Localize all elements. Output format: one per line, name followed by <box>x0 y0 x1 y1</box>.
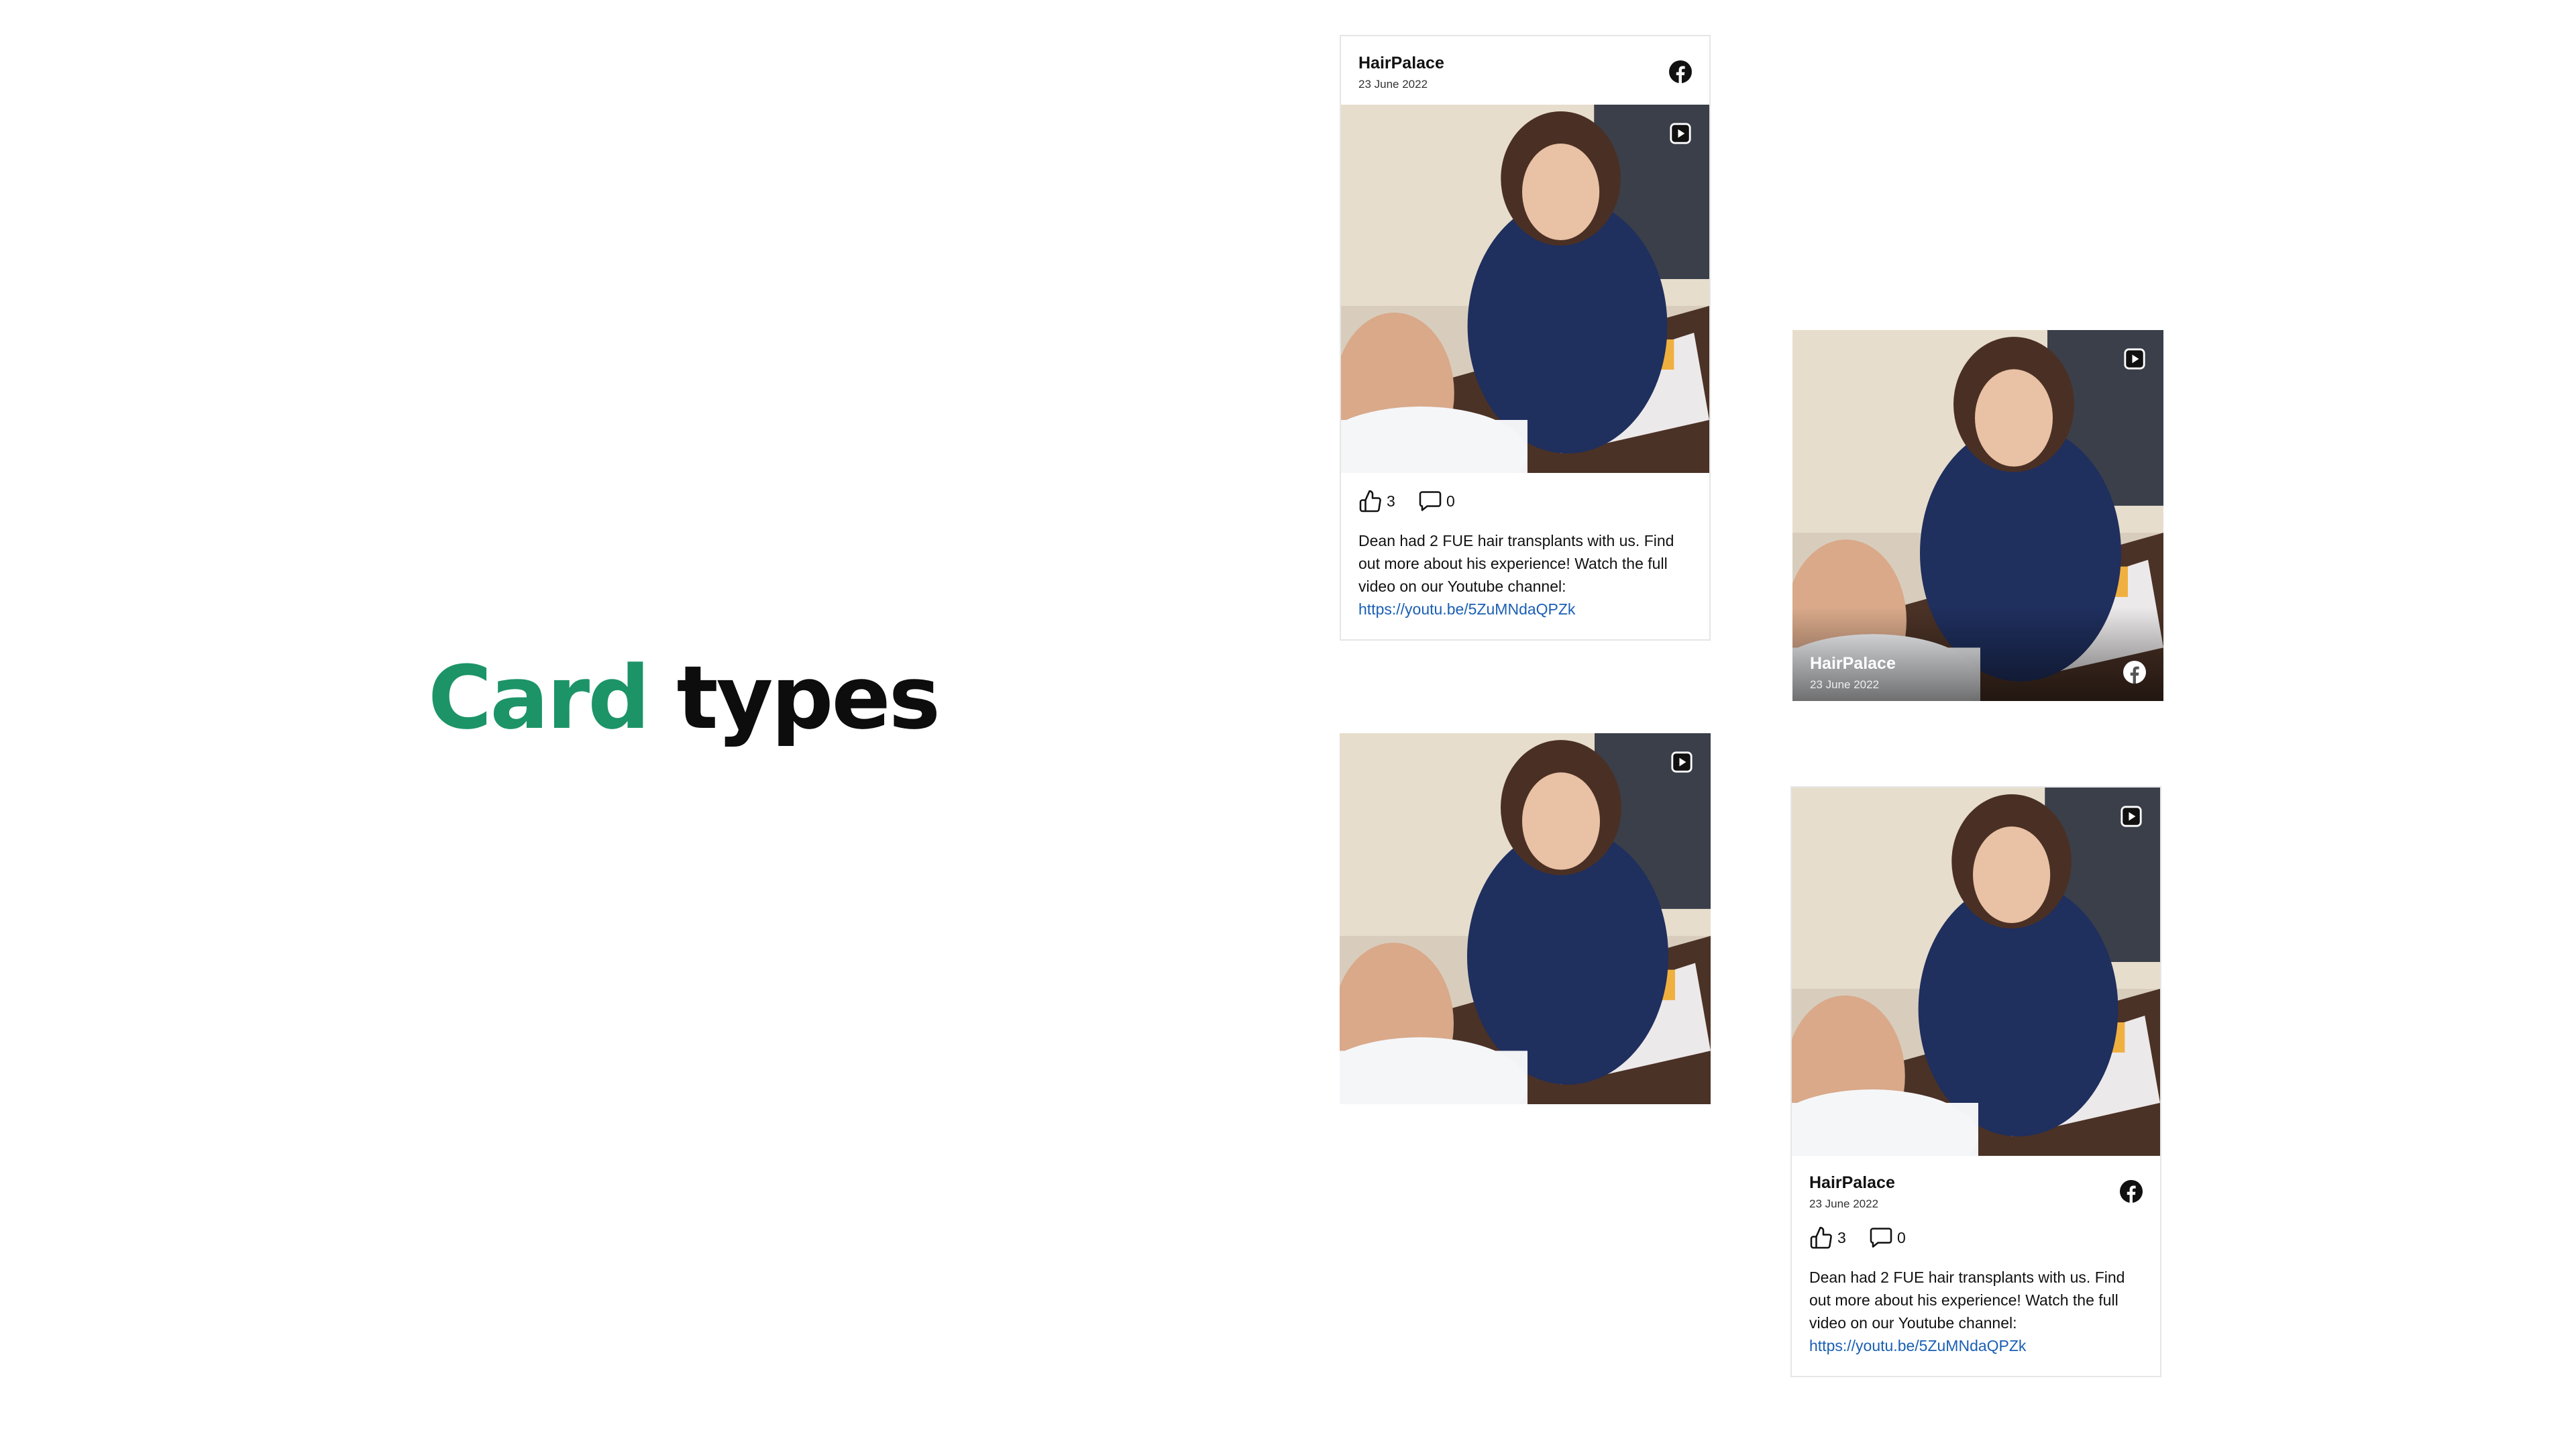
post-date: 23 June 2022 <box>1810 678 1880 691</box>
page-title: Card types <box>428 654 941 741</box>
card-media-only[interactable] <box>1340 733 1711 1104</box>
thumbs-up-icon <box>1359 490 1381 513</box>
likes-value: 3 <box>1387 492 1395 510</box>
comment-bubble-icon <box>1419 491 1442 511</box>
photo-scene <box>1792 788 2160 1156</box>
comments-count[interactable]: 0 <box>1869 1224 1906 1251</box>
video-play-icon[interactable] <box>2120 805 2143 828</box>
facebook-icon[interactable] <box>1669 60 1692 83</box>
comment-bubble-icon <box>1870 1228 1892 1248</box>
post-link[interactable]: https://youtu.be/5ZuMNdaQPZk <box>1809 1334 2143 1357</box>
likes-count[interactable]: 3 <box>1358 488 1395 515</box>
comments-value: 0 <box>1897 1228 1906 1246</box>
post-caption: Dean had 2 FUE hair transplants with us.… <box>1809 1269 2125 1332</box>
author-name[interactable]: HairPalace <box>1358 54 1444 73</box>
post-image[interactable]: HairPalace 23 June 2022 <box>1792 330 2163 701</box>
video-play-icon[interactable] <box>1670 751 1693 773</box>
card-overlay[interactable]: HairPalace 23 June 2022 <box>1792 330 2163 701</box>
video-play-icon[interactable] <box>2123 347 2146 370</box>
card-header: HairPalace 23 June 2022 <box>1341 36 1709 105</box>
author-name[interactable]: HairPalace <box>1810 654 1896 674</box>
photo-scene <box>1340 733 1711 1104</box>
post-image[interactable] <box>1792 788 2160 1156</box>
engagement-stats: 3 0 <box>1341 488 1709 523</box>
likes-count[interactable]: 3 <box>1809 1224 1846 1251</box>
facebook-icon[interactable] <box>2123 661 2146 684</box>
facebook-icon[interactable] <box>2120 1180 2143 1203</box>
post-date: 23 June 2022 <box>1358 78 1428 91</box>
post-image[interactable] <box>1340 733 1711 1104</box>
thumbs-up-icon <box>1810 1226 1832 1249</box>
post-link[interactable]: https://youtu.be/5ZuMNdaQPZk <box>1358 598 1692 621</box>
comments-value: 0 <box>1446 492 1455 510</box>
title-word-card: Card <box>428 647 650 749</box>
author-name[interactable]: HairPalace <box>1809 1173 1895 1193</box>
post-text: Dean had 2 FUE hair transplants with us.… <box>1809 1266 2143 1357</box>
photo-scene <box>1341 105 1709 473</box>
post-text: Dean had 2 FUE hair transplants with us.… <box>1358 529 1692 621</box>
overlay-info: HairPalace 23 June 2022 <box>1792 607 2163 701</box>
canvas: Card types HairPalace 23 June 2022 3 0 D… <box>0 0 2576 1449</box>
engagement-stats: 3 0 <box>1792 1224 2160 1259</box>
likes-value: 3 <box>1837 1228 1846 1246</box>
post-image[interactable] <box>1341 105 1709 473</box>
video-play-icon[interactable] <box>1669 122 1692 145</box>
card-full-header-bottom[interactable]: HairPalace 23 June 2022 3 0 Dean had 2 F… <box>1790 786 2161 1377</box>
card-header: HairPalace 23 June 2022 <box>1792 1156 2160 1224</box>
post-caption: Dean had 2 FUE hair transplants with us.… <box>1358 532 1674 595</box>
comments-count[interactable]: 0 <box>1418 488 1455 515</box>
card-full-header-top[interactable]: HairPalace 23 June 2022 3 0 Dean had 2 F… <box>1340 35 1711 641</box>
title-word-types: types <box>676 647 941 749</box>
post-date: 23 June 2022 <box>1809 1197 1879 1210</box>
